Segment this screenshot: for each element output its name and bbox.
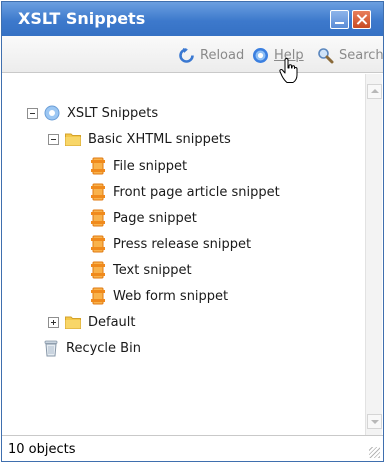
document-icon	[91, 157, 105, 175]
reload-icon	[179, 47, 194, 63]
tree-node-label: Page snippet	[113, 210, 197, 226]
document-icon	[91, 183, 105, 201]
tree-node-default[interactable]: Default	[48, 312, 136, 332]
tree-node-label: Basic XHTML snippets	[88, 131, 231, 147]
minimize-button[interactable]	[330, 10, 349, 29]
document-icon	[91, 261, 105, 279]
reload-label: Reload	[200, 47, 245, 63]
tree-node-label: Front page article snippet	[113, 184, 280, 200]
help-icon	[253, 47, 268, 63]
window-title: XSLT Snippets	[18, 9, 146, 28]
tree-node-label: Default	[88, 314, 136, 330]
tree-node-page-snippet[interactable]: Page snippet	[90, 208, 197, 228]
tree-node-label: Press release snippet	[113, 236, 252, 252]
recycle-bin-icon	[44, 340, 58, 357]
tree-node-label: XSLT Snippets	[67, 105, 159, 121]
object-count: 10 objects	[8, 442, 76, 457]
scroll-down-button[interactable]	[367, 414, 382, 429]
reload-button[interactable]: Reload	[178, 46, 244, 64]
tree-node-file-snippet[interactable]: File snippet	[90, 156, 187, 176]
resize-grip[interactable]	[369, 447, 380, 458]
tree-node-label: File snippet	[113, 158, 188, 174]
title-bar[interactable]: XSLT Snippets	[2, 2, 383, 36]
document-icon	[91, 235, 105, 253]
folder-icon	[65, 316, 81, 329]
collapse-toggle[interactable]	[27, 107, 38, 119]
status-bar: 10 objects	[2, 435, 383, 461]
collapse-toggle[interactable]	[48, 133, 59, 145]
tree-node-label: Recycle Bin	[66, 340, 141, 356]
tree-node-basic-xhtml[interactable]: Basic XHTML snippets	[48, 129, 231, 149]
vertical-scrollbar[interactable]	[365, 74, 382, 435]
document-icon	[91, 209, 105, 227]
tree-node-press-release[interactable]: Press release snippet	[90, 234, 251, 254]
globe-icon	[44, 105, 60, 121]
expand-toggle[interactable]	[48, 316, 59, 328]
tree-node-label: Web form snippet	[113, 288, 229, 304]
tree-node-text-snippet[interactable]: Text snippet	[90, 260, 192, 280]
snippets-window: XSLT Snippets Reload Help Search XSLT Sn…	[1, 1, 384, 462]
tree-node-front-page-article[interactable]: Front page article snippet	[90, 182, 280, 202]
tree-node-root[interactable]: XSLT Snippets	[27, 103, 158, 123]
hand-cursor-icon	[279, 58, 298, 83]
tree-node-label: Text snippet	[113, 262, 192, 278]
document-icon	[91, 287, 105, 305]
search-button[interactable]: Search	[317, 46, 384, 64]
close-button[interactable]	[352, 10, 371, 29]
toolbar: Reload Help Search	[2, 36, 384, 73]
tree-node-web-form[interactable]: Web form snippet	[90, 286, 228, 306]
search-icon	[318, 47, 334, 63]
search-label: Search	[339, 47, 384, 63]
scroll-up-button[interactable]	[367, 84, 382, 99]
folder-icon	[65, 133, 81, 146]
tree-node-recycle-bin[interactable]: Recycle Bin	[43, 338, 141, 358]
tree-view: XSLT Snippets Basic XHTML snippets File …	[2, 74, 383, 435]
